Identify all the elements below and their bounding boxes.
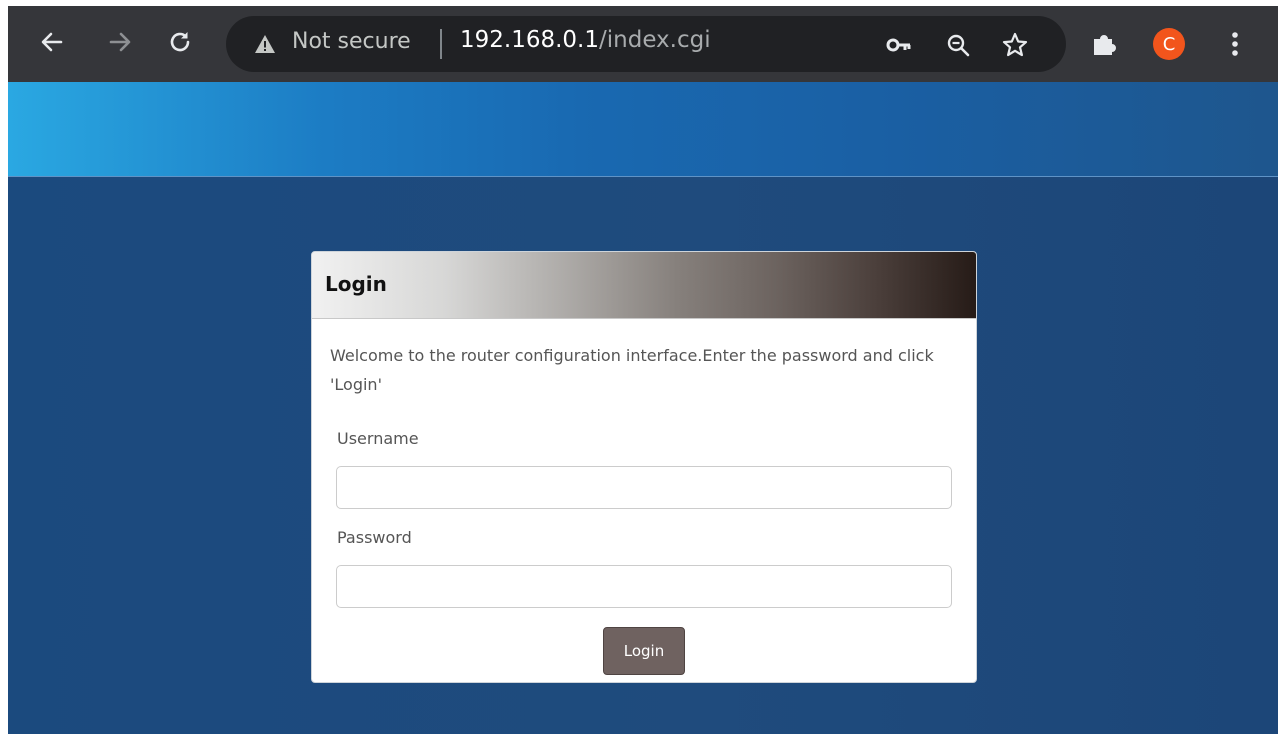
login-panel-header: Login — [312, 252, 976, 319]
profile-avatar[interactable]: C — [1153, 28, 1185, 60]
page-content: Login Welcome to the router configuratio… — [8, 82, 1278, 734]
forward-arrow-icon — [109, 32, 131, 52]
login-button[interactable]: Login — [603, 627, 685, 675]
browser-toolbar: Not secure 192.168.0.1/index.cgi C — [8, 6, 1278, 82]
password-input[interactable] — [336, 565, 952, 608]
login-panel: Login Welcome to the router configuratio… — [311, 251, 977, 683]
welcome-message: Welcome to the router configuration inte… — [330, 346, 934, 394]
back-button[interactable] — [32, 22, 72, 62]
password-key-button[interactable] — [884, 30, 914, 60]
browser-window: Not secure 192.168.0.1/index.cgi C Login… — [8, 6, 1278, 734]
login-panel-title: Login — [325, 272, 387, 296]
warning-icon — [255, 35, 275, 53]
password-label: Password — [337, 528, 412, 547]
star-icon — [1002, 32, 1028, 57]
bookmark-button[interactable] — [1000, 30, 1030, 60]
back-arrow-icon — [41, 32, 63, 52]
reload-icon — [170, 32, 190, 52]
zoom-out-icon — [947, 34, 970, 57]
address-bar[interactable]: Not secure 192.168.0.1/index.cgi — [226, 16, 1066, 72]
extensions-button[interactable] — [1086, 26, 1122, 62]
kebab-menu-icon — [1232, 32, 1238, 56]
reload-button[interactable] — [160, 22, 200, 62]
key-icon — [886, 38, 911, 52]
browser-menu-button[interactable] — [1220, 26, 1250, 62]
url-text[interactable]: 192.168.0.1/index.cgi — [460, 27, 711, 53]
header-banner — [8, 82, 1278, 177]
security-status-label[interactable]: Not secure — [292, 29, 411, 54]
url-host: 192.168.0.1 — [460, 27, 599, 53]
url-path: /index.cgi — [599, 27, 711, 53]
address-separator — [440, 29, 442, 59]
zoom-button[interactable] — [943, 30, 973, 60]
username-input[interactable] — [336, 466, 952, 509]
forward-button[interactable] — [100, 22, 140, 62]
puzzle-icon — [1094, 35, 1116, 55]
username-label: Username — [337, 429, 419, 448]
